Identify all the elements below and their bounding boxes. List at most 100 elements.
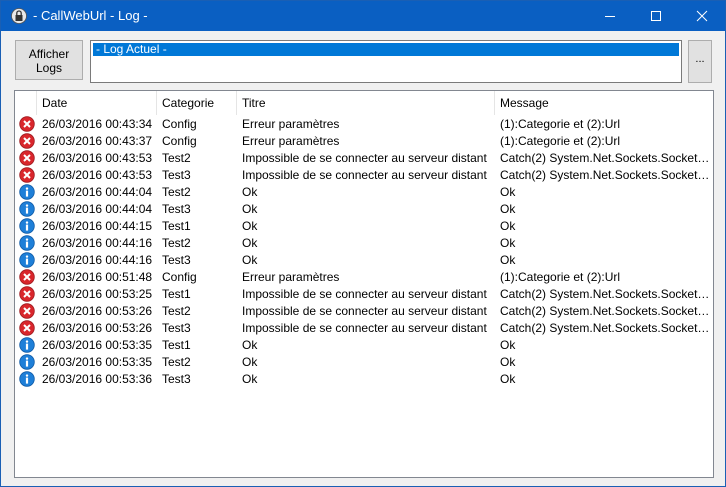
cell-categorie: Test3 bbox=[162, 202, 191, 216]
cell-message: Catch(2) System.Net.Sockets.SocketEx... bbox=[500, 304, 712, 318]
cell-message: Ok bbox=[500, 236, 516, 250]
cell-titre: Impossible de se connecter au serveur di… bbox=[242, 151, 487, 165]
maximize-icon bbox=[651, 11, 661, 21]
cell-date: 26/03/2016 00:53:36 bbox=[42, 372, 153, 386]
table-row[interactable]: 26/03/2016 00:43:53 Test3 Impossible de se… bbox=[15, 167, 713, 184]
cell-titre: Ok bbox=[242, 236, 258, 250]
app-lock-icon bbox=[11, 8, 27, 24]
cell-date: 26/03/2016 00:44:16 bbox=[42, 253, 153, 267]
log-file-list[interactable]: - Log Actuel - bbox=[90, 40, 682, 83]
info-icon bbox=[19, 218, 35, 234]
cell-message: Ok bbox=[500, 253, 516, 267]
cell-titre: Ok bbox=[242, 372, 258, 386]
cell-categorie: Config bbox=[162, 117, 197, 131]
cell-titre: Ok bbox=[242, 202, 258, 216]
column-header-message[interactable]: Message bbox=[495, 91, 713, 115]
list-header: Date Categorie Titre Message bbox=[15, 91, 713, 115]
cell-titre: Ok bbox=[242, 185, 258, 199]
cell-message: (1):Categorie et (2):Url bbox=[500, 270, 621, 284]
info-icon bbox=[19, 201, 35, 217]
cell-categorie: Test2 bbox=[162, 185, 191, 199]
afficher-logs-label-line2: Logs bbox=[35, 61, 63, 75]
cell-categorie: Test1 bbox=[162, 338, 191, 352]
cell-titre: Ok bbox=[242, 338, 258, 352]
error-icon bbox=[19, 133, 35, 149]
table-row[interactable]: 26/03/2016 00:44:04 Test2 Ok Ok bbox=[15, 184, 713, 201]
table-row[interactable]: 26/03/2016 00:44:16 Test2 Ok Ok bbox=[15, 235, 713, 252]
minimize-icon bbox=[605, 16, 615, 17]
table-row[interactable]: 26/03/2016 00:43:37 Config Erreur paramètr… bbox=[15, 133, 713, 150]
cell-message: Ok bbox=[500, 219, 516, 233]
cell-date: 26/03/2016 00:44:04 bbox=[42, 185, 153, 199]
cell-categorie: Test2 bbox=[162, 304, 191, 318]
table-row[interactable]: 26/03/2016 00:43:34 Config Erreur paramètr… bbox=[15, 116, 713, 133]
cell-message: Catch(2) System.Net.Sockets.SocketEx... bbox=[500, 151, 712, 165]
cell-date: 26/03/2016 00:44:15 bbox=[42, 219, 153, 233]
close-button[interactable] bbox=[679, 1, 725, 31]
cell-date: 26/03/2016 00:43:53 bbox=[42, 168, 153, 182]
error-icon bbox=[19, 269, 35, 285]
cell-date: 26/03/2016 00:53:35 bbox=[42, 338, 153, 352]
cell-message: Catch(2) System.Net.Sockets.SocketEx... bbox=[500, 321, 712, 335]
list-rows: 26/03/2016 00:43:34 Config Erreur paramètr… bbox=[15, 116, 713, 388]
column-header-icon[interactable] bbox=[15, 91, 37, 115]
info-icon bbox=[19, 184, 35, 200]
table-row[interactable]: 26/03/2016 00:53:26 Test2 Impossible de se… bbox=[15, 303, 713, 320]
close-icon bbox=[696, 10, 708, 22]
title-bar[interactable]: - CallWebUrl - Log - bbox=[1, 1, 725, 31]
table-row[interactable]: 26/03/2016 00:53:36 Test3 Ok Ok bbox=[15, 371, 713, 388]
error-icon bbox=[19, 303, 35, 319]
cell-categorie: Test2 bbox=[162, 355, 191, 369]
column-header-titre[interactable]: Titre bbox=[237, 91, 495, 115]
cell-titre: Impossible de se connecter au serveur di… bbox=[242, 321, 487, 335]
cell-titre: Erreur paramètres bbox=[242, 134, 340, 148]
info-icon bbox=[19, 235, 35, 251]
cell-categorie: Test3 bbox=[162, 253, 191, 267]
cell-titre: Impossible de se connecter au serveur di… bbox=[242, 287, 487, 301]
column-header-categorie[interactable]: Categorie bbox=[157, 91, 237, 115]
cell-date: 26/03/2016 00:44:16 bbox=[42, 236, 153, 250]
browse-button[interactable]: ... bbox=[688, 40, 712, 83]
cell-categorie: Config bbox=[162, 270, 197, 284]
info-icon bbox=[19, 354, 35, 370]
cell-categorie: Test2 bbox=[162, 236, 191, 250]
table-row[interactable]: 26/03/2016 00:51:48 Config Erreur paramètr… bbox=[15, 269, 713, 286]
table-row[interactable]: 26/03/2016 00:44:04 Test3 Ok Ok bbox=[15, 201, 713, 218]
log-list-item-selected[interactable]: - Log Actuel - bbox=[93, 43, 679, 56]
cell-titre: Erreur paramètres bbox=[242, 270, 340, 284]
error-icon bbox=[19, 286, 35, 302]
cell-titre: Impossible de se connecter au serveur di… bbox=[242, 304, 487, 318]
table-row[interactable]: 26/03/2016 00:53:35 Test2 Ok Ok bbox=[15, 354, 713, 371]
table-row[interactable]: 26/03/2016 00:44:16 Test3 Ok Ok bbox=[15, 252, 713, 269]
table-row[interactable]: 26/03/2016 00:53:26 Test3 Impossible de se… bbox=[15, 320, 713, 337]
cell-categorie: Test1 bbox=[162, 287, 191, 301]
cell-date: 26/03/2016 00:43:37 bbox=[42, 134, 153, 148]
cell-categorie: Test3 bbox=[162, 168, 191, 182]
cell-date: 26/03/2016 00:43:53 bbox=[42, 151, 153, 165]
table-row[interactable]: 26/03/2016 00:53:35 Test1 Ok Ok bbox=[15, 337, 713, 354]
window-title: - CallWebUrl - Log - bbox=[33, 8, 148, 23]
cell-titre: Impossible de se connecter au serveur di… bbox=[242, 168, 487, 182]
cell-categorie: Test1 bbox=[162, 219, 191, 233]
cell-message: Ok bbox=[500, 185, 516, 199]
table-row[interactable]: 26/03/2016 00:44:15 Test1 Ok Ok bbox=[15, 218, 713, 235]
table-row[interactable]: 26/03/2016 00:53:25 Test1 Impossible de se… bbox=[15, 286, 713, 303]
cell-categorie: Test3 bbox=[162, 372, 191, 386]
error-icon bbox=[19, 167, 35, 183]
cell-date: 26/03/2016 00:53:26 bbox=[42, 304, 153, 318]
afficher-logs-button[interactable]: Afficher Logs bbox=[15, 40, 83, 80]
cell-message: (1):Categorie et (2):Url bbox=[500, 134, 621, 148]
cell-titre: Erreur paramètres bbox=[242, 117, 340, 131]
column-header-date[interactable]: Date bbox=[37, 91, 157, 115]
maximize-button[interactable] bbox=[633, 1, 679, 31]
cell-message: Ok bbox=[500, 372, 516, 386]
cell-message: Ok bbox=[500, 355, 516, 369]
minimize-button[interactable] bbox=[587, 1, 633, 31]
error-icon bbox=[19, 116, 35, 132]
cell-date: 26/03/2016 00:43:34 bbox=[42, 117, 153, 131]
table-row[interactable]: 26/03/2016 00:43:53 Test2 Impossible de se… bbox=[15, 150, 713, 167]
cell-date: 26/03/2016 00:53:35 bbox=[42, 355, 153, 369]
log-list-view[interactable]: Date Categorie Titre Message 26/03/2016 … bbox=[14, 90, 714, 478]
afficher-logs-label-line1: Afficher bbox=[28, 47, 70, 61]
cell-date: 26/03/2016 00:53:26 bbox=[42, 321, 153, 335]
